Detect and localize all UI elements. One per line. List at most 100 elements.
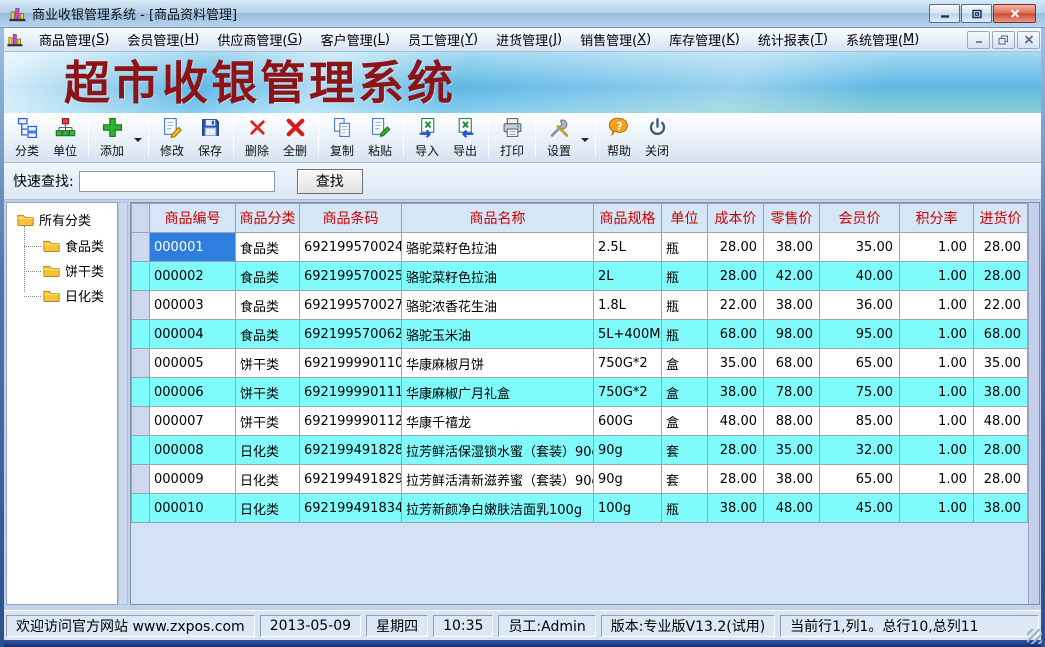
paste-button[interactable]: 粘贴 — [361, 115, 399, 160]
grid-cell[interactable]: 48.00 — [764, 494, 820, 523]
grid-cell[interactable]: 1.00 — [900, 407, 974, 436]
grid-cell[interactable]: 6921999901106 — [300, 349, 402, 378]
close-button[interactable]: 关闭 — [638, 115, 676, 160]
grid-cell[interactable]: 28.00 — [708, 436, 764, 465]
grid-cell[interactable]: 45.00 — [820, 494, 900, 523]
tree-item[interactable]: 日化类 — [24, 281, 117, 306]
grid-cell[interactable]: 48.00 — [974, 407, 1028, 436]
grid-cell[interactable]: 1.00 — [900, 233, 974, 262]
grid-cell[interactable]: 000010 — [150, 494, 236, 523]
table-row[interactable]: 000005饼干类6921999901106华康麻椒月饼750G*2盒35.00… — [132, 349, 1028, 378]
table-row[interactable]: 000002食品类6921995700253骆驼菜籽色拉油2L瓶28.0042.… — [132, 262, 1028, 291]
grid-cell[interactable]: 华康麻椒月饼 — [402, 349, 594, 378]
tree-item[interactable]: 饼干类 — [24, 256, 117, 281]
menu-item[interactable]: 系统管理(M) — [837, 28, 928, 51]
grid-cell[interactable]: 22.00 — [974, 291, 1028, 320]
row-header[interactable] — [132, 262, 150, 291]
grid-cell[interactable]: 2L — [594, 262, 662, 291]
settings-dropdown-arrow[interactable] — [578, 115, 591, 160]
grid-cell[interactable]: 6921994918284 — [300, 436, 402, 465]
grid-cell[interactable]: 90g — [594, 465, 662, 494]
menu-item[interactable]: 供应商管理(G) — [208, 28, 311, 51]
grid-cell[interactable]: 1.00 — [900, 262, 974, 291]
grid-cell[interactable]: 000009 — [150, 465, 236, 494]
grid-cell[interactable]: 38.00 — [708, 494, 764, 523]
grid-cell[interactable]: 套 — [662, 465, 708, 494]
grid-cell[interactable]: 750G*2 — [594, 349, 662, 378]
grid-cell[interactable]: 95.00 — [820, 320, 900, 349]
grid-cell[interactable]: 1.00 — [900, 436, 974, 465]
grid-cell[interactable]: 华康千禧龙 — [402, 407, 594, 436]
add-button[interactable]: 添加 — [93, 115, 131, 160]
grid-cell[interactable]: 骆驼浓香花生油 — [402, 291, 594, 320]
column-header[interactable]: 商品分类 — [236, 204, 300, 233]
grid-cell[interactable]: 瓶 — [662, 233, 708, 262]
grid-cell[interactable]: 750G*2 — [594, 378, 662, 407]
menu-item[interactable]: 员工管理(Y) — [399, 28, 487, 51]
grid-cell[interactable]: 食品类 — [236, 320, 300, 349]
grid-cell[interactable]: 35.00 — [974, 349, 1028, 378]
grid-cell[interactable]: 000003 — [150, 291, 236, 320]
grid-cell[interactable]: 6921999901113 — [300, 378, 402, 407]
menu-item[interactable]: 库存管理(K) — [660, 28, 749, 51]
column-header[interactable]: 商品条码 — [300, 204, 402, 233]
edit-button[interactable]: 修改 — [153, 115, 191, 160]
grid-cell[interactable]: 42.00 — [764, 262, 820, 291]
grid-cell[interactable]: 骆驼菜籽色拉油 — [402, 262, 594, 291]
menu-item[interactable]: 统计报表(T) — [749, 28, 837, 51]
grid-cell[interactable]: 6921999901120 — [300, 407, 402, 436]
grid-cell[interactable]: 000006 — [150, 378, 236, 407]
grid-cell[interactable]: 日化类 — [236, 494, 300, 523]
grid-cell[interactable]: 6921995700628 — [300, 320, 402, 349]
menu-item[interactable]: 销售管理(X) — [571, 28, 660, 51]
quick-search-input[interactable] — [79, 171, 275, 192]
copy-button[interactable]: 复制 — [323, 115, 361, 160]
table-row[interactable]: 000008日化类6921994918284拉芳鲜活保湿锁水蜜（套装）90g90… — [132, 436, 1028, 465]
grid-cell[interactable]: 28.00 — [974, 262, 1028, 291]
table-row[interactable]: 000010日化类6921994918345拉芳新颜净白嫩肤洁面乳100g100… — [132, 494, 1028, 523]
close-button[interactable] — [993, 4, 1036, 23]
delete-all-button[interactable]: 全删 — [276, 115, 314, 160]
grid-cell[interactable]: 1.00 — [900, 465, 974, 494]
add-dropdown-arrow[interactable] — [131, 115, 144, 160]
grid-cell[interactable]: 1.00 — [900, 349, 974, 378]
grid-cell[interactable]: 28.00 — [974, 233, 1028, 262]
import-button[interactable]: 导入 — [408, 115, 446, 160]
grid-cell[interactable]: 38.00 — [764, 465, 820, 494]
grid-cell[interactable]: 000007 — [150, 407, 236, 436]
grid-cell[interactable]: 90g — [594, 436, 662, 465]
print-button[interactable]: 打印 — [493, 115, 531, 160]
grid-cell[interactable]: 28.00 — [974, 436, 1028, 465]
grid-cell[interactable]: 35.00 — [764, 436, 820, 465]
grid-cell[interactable]: 骆驼菜籽色拉油 — [402, 233, 594, 262]
grid-cell[interactable]: 盒 — [662, 349, 708, 378]
grid-cell[interactable]: 28.00 — [708, 262, 764, 291]
table-row[interactable]: 000006饼干类6921999901113华康麻椒广月礼盒750G*2盒38.… — [132, 378, 1028, 407]
grid-cell[interactable]: 日化类 — [236, 465, 300, 494]
grid-cell[interactable]: 78.00 — [764, 378, 820, 407]
column-header[interactable]: 积分率 — [900, 204, 974, 233]
delete-button[interactable]: 删除 — [238, 115, 276, 160]
help-button[interactable]: ?帮助 — [600, 115, 638, 160]
save-button[interactable]: 保存 — [191, 115, 229, 160]
grid-cell[interactable]: 88.00 — [764, 407, 820, 436]
grid-cell[interactable]: 35.00 — [820, 233, 900, 262]
mdi-close-button[interactable] — [1017, 31, 1040, 49]
grid-cell[interactable]: 1.00 — [900, 320, 974, 349]
grid-cell[interactable]: 000005 — [150, 349, 236, 378]
menu-item[interactable]: 进货管理(J) — [487, 28, 571, 51]
grid-cell[interactable]: 瓶 — [662, 320, 708, 349]
grid-cell[interactable]: 36.00 — [820, 291, 900, 320]
grid-cell[interactable]: 骆驼玉米油 — [402, 320, 594, 349]
mdi-minimize-button[interactable] — [967, 31, 990, 49]
grid-cell[interactable]: 65.00 — [820, 349, 900, 378]
grid-cell[interactable]: 48.00 — [708, 407, 764, 436]
resize-grip[interactable] — [1027, 629, 1042, 644]
grid-cell[interactable]: 85.00 — [820, 407, 900, 436]
grid-cell[interactable]: 22.00 — [708, 291, 764, 320]
grid-cell[interactable]: 6921994918291 — [300, 465, 402, 494]
grid-cell[interactable]: 28.00 — [708, 465, 764, 494]
grid-cell[interactable]: 000004 — [150, 320, 236, 349]
grid-cell[interactable]: 食品类 — [236, 291, 300, 320]
grid-cell[interactable]: 98.00 — [764, 320, 820, 349]
